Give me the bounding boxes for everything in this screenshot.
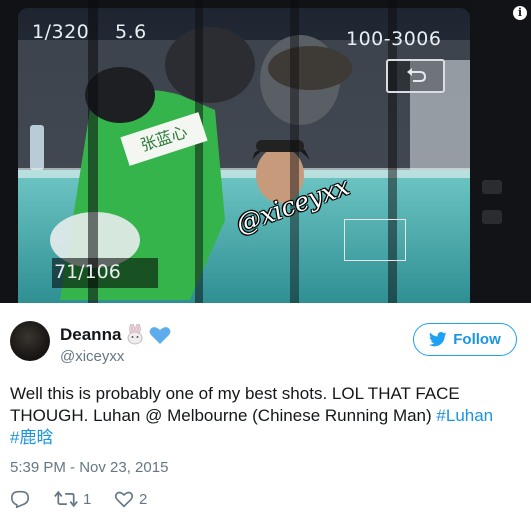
frame-count-readout: 71/106 xyxy=(54,261,121,283)
tweet-text-body: Well this is probably one of my best sho… xyxy=(10,384,460,425)
hashtag-luhan[interactable]: #Luhan xyxy=(436,406,493,425)
rabbit-emoji xyxy=(127,323,143,345)
heart-icon xyxy=(114,491,134,508)
like-count: 2 xyxy=(139,490,148,508)
tweet-photo[interactable]: 1/320 5.6 100-3006 张蓝心 @xiceyxx 71/106 i xyxy=(0,0,531,303)
reply-button[interactable] xyxy=(10,490,30,508)
focus-box xyxy=(344,219,406,261)
reply-icon xyxy=(10,490,30,508)
avatar[interactable] xyxy=(10,321,50,361)
info-icon[interactable]: i xyxy=(513,6,527,20)
blue-heart-emoji xyxy=(149,327,171,344)
tweet-text: Well this is probably one of my best sho… xyxy=(10,383,525,449)
camera-back-button xyxy=(386,59,445,93)
folder-file-readout: 100-3006 xyxy=(346,28,442,50)
tweet-card: 1/320 5.6 100-3006 张蓝心 @xiceyxx 71/106 i… xyxy=(0,0,531,523)
retweet-count: 1 xyxy=(83,490,92,508)
return-arrow-icon xyxy=(407,68,427,82)
tweet-timestamp[interactable]: 5:39 PM - Nov 23, 2015 xyxy=(10,459,168,476)
user-handle[interactable]: @xiceyxx xyxy=(60,348,124,365)
retweet-button[interactable]: 1 xyxy=(54,490,91,508)
follow-label: Follow xyxy=(453,331,501,348)
retweet-icon xyxy=(54,490,78,508)
twitter-bird-icon xyxy=(429,332,447,347)
hashtag-luhan-chinese[interactable]: #鹿晗 xyxy=(10,428,53,447)
name-emojis xyxy=(124,323,172,351)
display-name[interactable]: Deanna xyxy=(60,325,121,345)
shutter-speed-readout: 1/320 xyxy=(32,21,90,43)
follow-button[interactable]: Follow xyxy=(413,323,517,356)
like-button[interactable]: 2 xyxy=(114,490,147,508)
aperture-readout: 5.6 xyxy=(115,21,147,43)
